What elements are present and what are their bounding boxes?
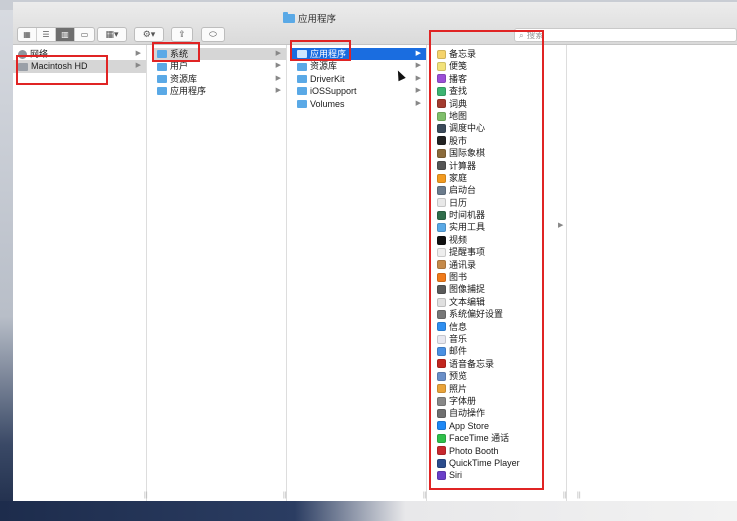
group-button[interactable]: ▦▾ — [97, 27, 127, 42]
chevron-right-icon: ▶ — [135, 62, 141, 70]
list-item-iossupport[interactable]: iOSSupport ▶ — [292, 85, 426, 97]
list-item-library[interactable]: 资源库 ▶ — [292, 60, 426, 72]
list-item-driverkit[interactable]: DriverKit ▶ — [292, 73, 426, 85]
finder-window: 应用程序 ▦ ☰ ▥ ▭ ▦▾ ⚙▾ ⇪ ⬭ ⌕ 搜索 网络 ▶ Macinto… — [13, 2, 737, 501]
column-resize-handle[interactable]: || — [283, 492, 287, 499]
chevron-right-icon: ▶ — [275, 50, 281, 57]
chevron-right-icon: ▶ — [415, 87, 421, 95]
empty-column: || — [572, 45, 737, 501]
column-resize-handle[interactable]: || — [423, 492, 427, 499]
column-resize-handle[interactable]: || — [577, 492, 581, 499]
list-item-label: Volumes — [310, 98, 345, 109]
share-icon: ⇪ — [178, 29, 186, 39]
share-button[interactable]: ⇪ — [171, 27, 193, 42]
column-system: 应用程序 ▶ 资源库 ▶ DriverKit ▶ iOSSupport ▶ Vo… — [292, 45, 427, 501]
column-macintosh-hd: 系统 ▶ 用户 ▶ 资源库 ▶ 应用程序 ▶ || — [152, 45, 287, 501]
chevron-right-icon: ▶ — [275, 74, 281, 82]
view-mode-segmented-control[interactable]: ▦ ☰ ▥ ▭ — [17, 27, 95, 42]
chevron-right-icon: ▶ — [135, 50, 141, 57]
gear-icon: ⚙▾ — [142, 29, 156, 39]
search-field[interactable]: ⌕ 搜索 — [514, 28, 737, 42]
list-item-label: 用户 — [170, 61, 189, 72]
folder-icon — [297, 74, 307, 83]
list-item-applications[interactable]: 应用程序 ▶ — [152, 85, 286, 97]
list-item-volumes[interactable]: Volumes ▶ — [292, 98, 426, 110]
chevron-right-icon: ▶ — [415, 74, 421, 82]
desktop-background-left — [0, 10, 13, 521]
list-item-label: 资源库 — [170, 73, 198, 84]
tags-button[interactable]: ⬭ — [201, 27, 225, 42]
toolbar: 应用程序 ▦ ☰ ▥ ▭ ▦▾ ⚙▾ ⇪ ⬭ ⌕ 搜索 — [13, 2, 737, 45]
chevron-right-icon: ▶ — [275, 87, 281, 95]
annotation-box-system — [152, 42, 200, 62]
chevron-right-icon: ▶ — [415, 99, 421, 107]
chevron-right-icon: ▶ — [415, 50, 421, 57]
tag-icon: ⬭ — [209, 29, 217, 39]
column-resize-handle[interactable]: || — [563, 492, 567, 499]
column-view-icon[interactable]: ▥ — [56, 28, 75, 41]
folder-icon — [297, 62, 307, 71]
folder-icon — [157, 74, 167, 83]
window-title-text: 应用程序 — [298, 14, 337, 25]
group-icon: ▦▾ — [105, 29, 119, 39]
gallery-view-icon[interactable]: ▭ — [75, 28, 94, 41]
desktop-background-bottom — [0, 501, 737, 521]
folder-icon — [283, 11, 295, 23]
icons-view-icon[interactable]: ▦ — [18, 28, 37, 41]
list-item-label: 资源库 — [310, 61, 338, 72]
folder-icon — [157, 87, 167, 96]
list-item-label: DriverKit — [310, 73, 345, 84]
annotation-box-macintosh-hd — [16, 55, 108, 85]
window-title: 应用程序 — [283, 11, 336, 25]
folder-icon — [297, 99, 307, 108]
list-item-label: 应用程序 — [170, 86, 207, 97]
action-button[interactable]: ⚙▾ — [134, 27, 164, 42]
list-item-users[interactable]: 用户 ▶ — [152, 60, 286, 72]
list-item-library[interactable]: 资源库 ▶ — [152, 73, 286, 85]
chevron-right-icon: ▶ — [275, 62, 281, 70]
folder-icon — [157, 62, 167, 71]
list-view-icon[interactable]: ☰ — [37, 28, 56, 41]
annotation-box-app-list — [429, 30, 544, 490]
column-resize-handle[interactable]: || — [144, 492, 148, 499]
list-item-label: iOSSupport — [310, 86, 357, 97]
annotation-box-applications — [290, 40, 351, 61]
locations-column: 网络 ▶ Macintosh HD ▶ || — [13, 45, 148, 501]
chevron-right-icon: ▶ — [415, 62, 421, 70]
chevron-right-icon: ▶ — [558, 222, 564, 229]
folder-icon — [297, 87, 307, 96]
